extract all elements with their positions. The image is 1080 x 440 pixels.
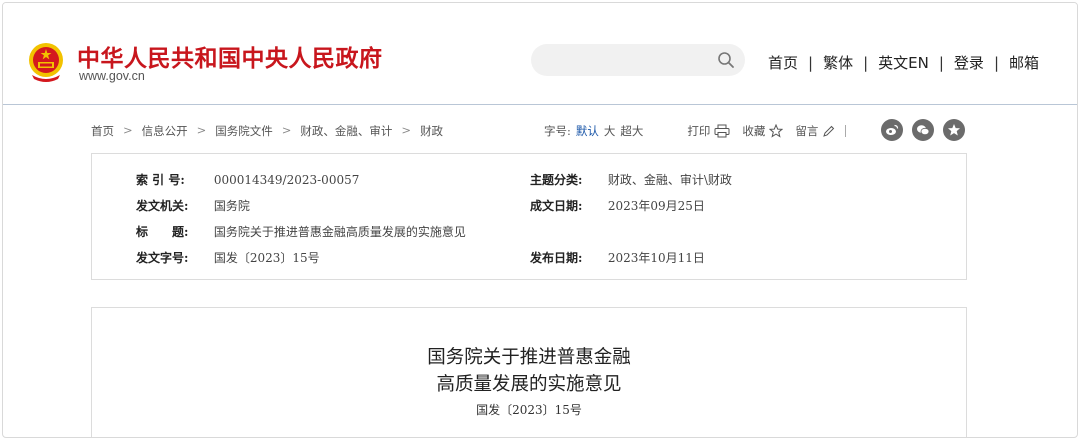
- info-value: 2023年09月25日: [607, 199, 705, 213]
- nav-login[interactable]: 登录: [954, 52, 984, 73]
- comment-button[interactable]: 留言: [795, 123, 835, 139]
- qzone-icon[interactable]: [943, 119, 965, 141]
- nav-separator: |: [938, 53, 944, 72]
- wechat-icon[interactable]: [912, 119, 934, 141]
- font-size-large[interactable]: 大: [604, 123, 616, 139]
- share-bar: [881, 119, 974, 141]
- print-label: 打印: [687, 124, 711, 138]
- info-value: 2023年10月11日: [607, 251, 705, 265]
- info-written-date: 成文日期: 2023年09月25日: [530, 197, 705, 214]
- article-body: 国务院关于推进普惠金融 高质量发展的实施意见 国发〔2023〕15号: [91, 307, 967, 437]
- comment-label: 留言: [795, 124, 819, 138]
- breadcrumb-bar: 首页 > 信息公开 > 国务院文件 > 财政、金融、审计 > 财政 字号: 默认…: [91, 119, 974, 143]
- search-input[interactable]: [545, 50, 705, 70]
- info-label: 主题分类:: [530, 173, 583, 187]
- info-title: 标 题: 国务院关于推进普惠金融高质量发展的实施意见: [136, 223, 466, 240]
- nav-mail[interactable]: 邮箱: [1009, 52, 1039, 73]
- breadcrumb-arrow: >: [123, 123, 133, 137]
- article-doc-number: 国发〔2023〕15号: [476, 403, 582, 417]
- breadcrumb-info-public[interactable]: 信息公开: [142, 123, 188, 139]
- info-value: 财政、金融、审计\财政: [607, 173, 732, 187]
- star-icon: [769, 124, 784, 138]
- info-publish-date: 发布日期: 2023年10月11日: [530, 249, 705, 266]
- info-value: 000014349/2023-00057: [213, 173, 360, 187]
- info-value: 国务院: [213, 199, 250, 213]
- info-label: 索 引 号:: [136, 173, 185, 187]
- breadcrumb-home[interactable]: 首页: [91, 123, 114, 139]
- search-box[interactable]: [531, 44, 745, 76]
- breadcrumb-arrow: >: [281, 123, 292, 137]
- article-title-line: 国务院关于推进普惠金融: [427, 347, 631, 368]
- info-value: 国务院关于推进普惠金融高质量发展的实施意见: [213, 225, 466, 239]
- nav-english[interactable]: 英文EN: [878, 52, 929, 73]
- favorite-label: 收藏: [742, 124, 766, 138]
- top-nav: 首页 | 繁体 | 英文EN | 登录 | 邮箱: [768, 52, 1039, 73]
- info-label: 发文字号:: [136, 251, 189, 265]
- info-label: 发布日期:: [530, 251, 583, 265]
- nav-separator: |: [863, 53, 869, 72]
- nav-separator: |: [993, 53, 999, 72]
- nav-home[interactable]: 首页: [768, 52, 798, 73]
- print-button[interactable]: 打印: [687, 123, 730, 139]
- info-label: 发文机关:: [136, 199, 189, 213]
- breadcrumb-arrow: >: [401, 123, 412, 137]
- breadcrumb-finance[interactable]: 财政: [420, 123, 443, 139]
- site-header: 中华人民共和国中央人民政府 www.gov.cn 首页 | 繁体 | 英文EN …: [3, 3, 1077, 105]
- page-frame: 中华人民共和国中央人民政府 www.gov.cn 首页 | 繁体 | 英文EN …: [2, 2, 1078, 438]
- nav-traditional[interactable]: 繁体: [823, 52, 853, 73]
- site-domain: www.gov.cn: [79, 69, 145, 83]
- info-doc-no: 发文字号: 国发〔2023〕15号: [136, 249, 320, 266]
- nav-separator: |: [808, 53, 814, 72]
- article-tools: 字号: 默认 大 超大 打印 收藏 留言: [544, 123, 847, 139]
- breadcrumb: 首页 > 信息公开 > 国务院文件 > 财政、金融、审计 > 财政: [91, 123, 443, 139]
- tools-divider: [845, 125, 847, 137]
- pencil-icon: [823, 125, 835, 137]
- breadcrumb-finance-audit[interactable]: 财政、金融、审计: [300, 123, 392, 139]
- article-title: 国务院关于推进普惠金融 高质量发展的实施意见: [92, 344, 966, 398]
- info-value: 国发〔2023〕15号: [213, 251, 320, 265]
- font-size-default[interactable]: 默认: [576, 123, 599, 139]
- document-info-table: 索 引 号: 000014349/2023-00057 主题分类: 财政、金融、…: [91, 153, 967, 280]
- info-topic: 主题分类: 财政、金融、审计\财政: [530, 171, 732, 188]
- info-index-no: 索 引 号: 000014349/2023-00057: [136, 171, 359, 188]
- info-issuer: 发文机关: 国务院: [136, 197, 250, 214]
- article-title-line: 高质量发展的实施意见: [436, 374, 622, 395]
- favorite-button[interactable]: 收藏: [742, 123, 784, 139]
- font-size-xlarge[interactable]: 超大: [620, 123, 643, 139]
- search-icon[interactable]: [717, 51, 735, 69]
- national-emblem-icon[interactable]: [26, 41, 66, 83]
- breadcrumb-state-council-docs[interactable]: 国务院文件: [215, 123, 273, 139]
- breadcrumb-arrow: >: [196, 123, 207, 137]
- font-size-label: 字号:: [544, 124, 571, 138]
- weibo-icon[interactable]: [881, 119, 903, 141]
- printer-icon: [714, 124, 730, 138]
- site-title[interactable]: 中华人民共和国中央人民政府: [77, 39, 383, 73]
- info-label: 标 题:: [136, 225, 189, 239]
- info-label: 成文日期:: [530, 199, 583, 213]
